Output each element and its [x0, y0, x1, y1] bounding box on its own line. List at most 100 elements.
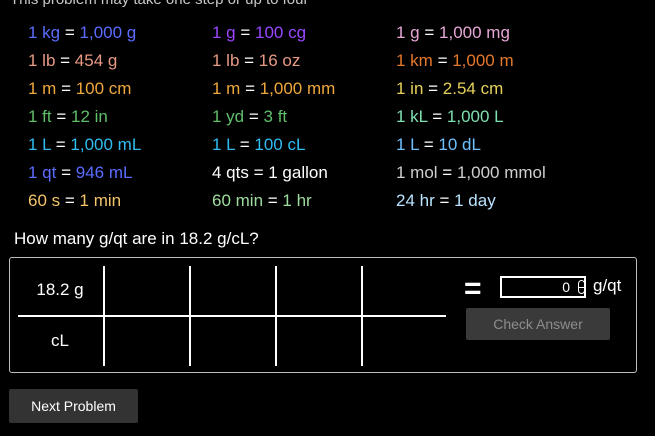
conversion-item: 1 km = 1,000 m — [396, 49, 514, 73]
conversion-left: 1 m — [212, 79, 241, 98]
conversion-left: 24 hr — [396, 191, 435, 210]
conversion-left: 60 s — [28, 191, 61, 210]
conversion-equals: = — [239, 51, 259, 70]
conversion-left: 1 yd — [212, 107, 245, 126]
conversion-left: 1 ft — [28, 107, 52, 126]
dimensional-analysis-box: 18.2 g cL = g/qt Check Answer — [9, 257, 637, 373]
numerator-cell-5[interactable] — [363, 269, 447, 311]
conversion-right: 2.54 cm — [442, 79, 504, 98]
conversion-left: 1 km — [396, 51, 433, 70]
conversion-right: 100 cL — [254, 135, 306, 154]
conversion-item: 4 qts = 1 gallon — [212, 161, 328, 185]
conversion-item: 1 L = 100 cL — [212, 133, 305, 157]
conversion-equals: = — [419, 135, 439, 154]
conversion-equals: = — [51, 135, 71, 154]
conversion-item: 1 g = 1,000 mg — [396, 21, 510, 45]
conversion-left: 1 L — [212, 135, 236, 154]
numerator-cell-2[interactable] — [105, 269, 189, 311]
conversion-equals: = — [423, 79, 443, 98]
conversion-left: 60 min — [212, 191, 264, 210]
conversion-row: 1 qt = 946 mL 4 qts = 1 gallon 1 mol = 1,0… — [28, 161, 655, 185]
conversion-item: 1 kg = 1,000 g — [28, 21, 136, 45]
denominator-cell-3[interactable] — [191, 320, 275, 362]
conversion-right: 1,000 mg — [439, 23, 510, 42]
answer-input[interactable] — [500, 276, 586, 298]
check-answer-button[interactable]: Check Answer — [466, 308, 610, 340]
next-problem-button[interactable]: Next Problem — [9, 389, 138, 423]
conversion-item: 1 mol = 1,000 mmol — [396, 161, 546, 185]
conversion-item: 1 g = 100 cg — [212, 21, 306, 45]
conversion-equals: = — [56, 79, 76, 98]
conversion-equals: = — [419, 23, 440, 42]
conversion-right: 1,000 mm — [259, 79, 336, 98]
conversion-item: 1 kL = 1,000 L — [396, 105, 504, 129]
conversion-right: 1,000 m — [452, 51, 514, 70]
conversion-left: 1 L — [396, 135, 420, 154]
conversion-item: 60 min = 1 hr — [212, 189, 312, 213]
conversion-equals: = — [437, 163, 457, 182]
conversion-equals: = — [240, 79, 260, 98]
conversion-right: 946 mL — [75, 163, 133, 182]
conversion-item: 1 L = 1,000 mL — [28, 133, 141, 157]
conversion-right: 3 ft — [263, 107, 288, 126]
conversion-left: 1 g — [212, 23, 236, 42]
conversion-right: 1 day — [454, 191, 496, 210]
conversion-right: 10 dL — [438, 135, 481, 154]
conversion-equals: = — [235, 23, 256, 42]
conversion-left: 1 qt — [28, 163, 57, 182]
conversion-right: 100 cm — [75, 79, 132, 98]
conversion-right: 1 hr — [282, 191, 312, 210]
conversion-item: 60 s = 1 min — [28, 189, 121, 213]
conversion-item: 1 in = 2.54 cm — [396, 77, 503, 101]
conversion-equals: = — [434, 191, 455, 210]
conversion-row: 1 kg = 1,000 g1 g = 100 cg 1 g = 1,000 mg — [28, 21, 655, 45]
conversion-right: 454 g — [74, 51, 118, 70]
conversion-left: 1 in — [396, 79, 424, 98]
conversion-equals: = — [235, 135, 255, 154]
conversion-item: 1 qt = 946 mL — [28, 161, 132, 185]
conversion-right: 16 oz — [258, 51, 301, 70]
answer-unit-label: g/qt — [593, 276, 622, 295]
conversion-equals: = — [60, 191, 80, 210]
conversion-row: 60 s = 1 min 60 min = 1 hr 24 hr = 1 day — [28, 189, 655, 213]
conversion-equals: = — [60, 23, 80, 42]
conversion-equals: = — [248, 163, 269, 182]
instructions-text: This problem may take one step or up to … — [10, 0, 308, 8]
conversion-right: 100 cg — [255, 23, 307, 42]
equals-sign: = — [464, 272, 482, 305]
conversion-equals: = — [55, 51, 75, 70]
numerator-cell-1[interactable]: 18.2 g — [18, 269, 102, 311]
conversion-row: 1 lb = 454 g1 lb = 16 oz 1 km = 1,000 m — [28, 49, 655, 73]
conversion-equals: = — [427, 107, 447, 126]
conversion-right: 1 gallon — [268, 163, 328, 182]
conversion-item: 1 lb = 16 oz — [212, 49, 300, 73]
numerator-cell-3[interactable] — [191, 269, 275, 311]
conversion-equals: = — [56, 163, 76, 182]
conversion-item: 1 lb = 454 g — [28, 49, 117, 73]
numerator-cell-4[interactable] — [277, 269, 361, 311]
conversion-left: 1 lb — [212, 51, 240, 70]
conversion-item: 1 ft = 12 in — [28, 105, 108, 129]
conversion-left: 1 kg — [28, 23, 61, 42]
conversion-item: 1 m = 1,000 mm — [212, 77, 335, 101]
conversion-left: 1 kL — [396, 107, 428, 126]
conversion-equals: = — [51, 107, 71, 126]
question-text: How many g/qt are in 18.2 g/cL? — [14, 229, 259, 248]
denominator-cell-2[interactable] — [105, 320, 189, 362]
conversion-right: 1 min — [79, 191, 122, 210]
conversion-equals: = — [244, 107, 264, 126]
conversion-left: 1 lb — [28, 51, 56, 70]
denominator-cell-1[interactable]: cL — [18, 320, 102, 362]
denominator-cell-4[interactable] — [277, 320, 361, 362]
denominator-cell-5[interactable] — [363, 320, 447, 362]
conversion-row: 1 L = 1,000 mL 1 L = 100 cL 1 L = 10 dL — [28, 133, 655, 157]
conversion-left: 1 m — [28, 79, 57, 98]
fraction-bar — [18, 315, 446, 317]
conversion-left: 4 qts — [212, 163, 249, 182]
conversion-item: 24 hr = 1 day — [396, 189, 496, 213]
conversion-right: 1,000 L — [446, 107, 504, 126]
conversion-item: 1 yd = 3 ft — [212, 105, 287, 129]
conversion-right: 12 in — [71, 107, 108, 126]
conversion-left: 1 mol — [396, 163, 438, 182]
spinner-icon[interactable] — [578, 280, 585, 294]
